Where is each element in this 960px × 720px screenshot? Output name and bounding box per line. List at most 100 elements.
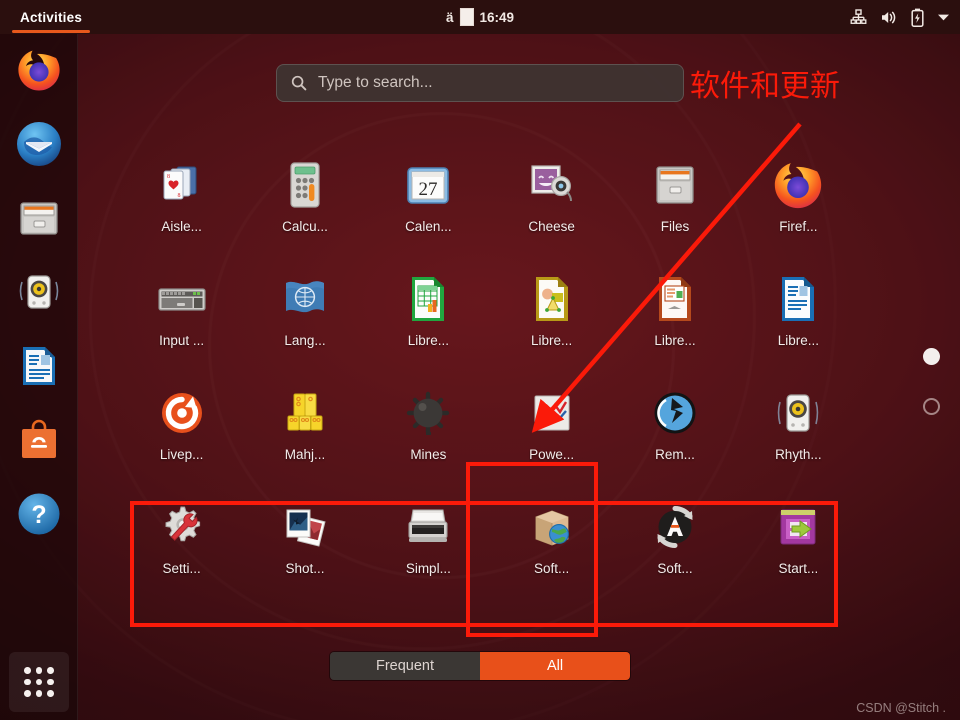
libreoffice-calc-icon xyxy=(401,272,455,326)
app-label: Rem... xyxy=(655,447,695,462)
app-label: Powe... xyxy=(529,447,575,462)
app-label: Lang... xyxy=(284,333,326,348)
app-calendar[interactable]: 27 Calen... xyxy=(367,158,490,234)
search-input[interactable]: Type to search... xyxy=(276,64,684,102)
app-label: Aisle... xyxy=(161,219,202,234)
files-cabinet-icon xyxy=(648,158,702,212)
dock-item-ubuntu-software[interactable] xyxy=(9,410,69,470)
app-software-updater[interactable]: Soft... xyxy=(613,500,736,576)
search-icon xyxy=(291,75,307,91)
app-label: Calcu... xyxy=(282,219,328,234)
app-firefox[interactable]: Firef... xyxy=(737,158,860,234)
network-wired-icon xyxy=(850,8,867,24)
mahjongg-tiles-icon xyxy=(278,386,332,440)
app-language-support[interactable]: Lang... xyxy=(243,272,366,348)
dock-item-files[interactable] xyxy=(9,188,69,248)
remmina-icon xyxy=(648,386,702,440)
app-cheese[interactable]: Cheese xyxy=(490,158,613,234)
speaker-icon xyxy=(15,268,63,316)
app-input-method[interactable]: Input ... xyxy=(120,272,243,348)
files-cabinet-icon xyxy=(15,194,63,242)
speaker-icon xyxy=(771,386,825,440)
app-power-statistics[interactable]: Powe... xyxy=(490,386,613,462)
app-simple-scan[interactable]: Simpl... xyxy=(367,500,490,576)
power-statistics-icon xyxy=(525,386,579,440)
dock-item-rhythmbox[interactable] xyxy=(9,262,69,322)
app-mines[interactable]: Mines xyxy=(367,386,490,462)
software-updater-icon xyxy=(648,500,702,554)
search-placeholder-text: Type to search... xyxy=(318,74,433,91)
app-mahjongg[interactable]: Mahj... xyxy=(243,386,366,462)
libreoffice-writer-icon xyxy=(771,272,825,326)
libreoffice-draw-icon xyxy=(525,272,579,326)
clock-garbled-prefix: ä xyxy=(445,9,454,25)
show-applications-button[interactable] xyxy=(9,652,69,712)
tab-all[interactable]: All xyxy=(480,652,630,680)
app-shotwell[interactable]: Shot... xyxy=(243,500,366,576)
libreoffice-impress-icon xyxy=(648,272,702,326)
page-dot-2[interactable] xyxy=(923,398,940,415)
app-grid-icon xyxy=(24,667,54,697)
mine-icon xyxy=(401,386,455,440)
thunderbird-icon xyxy=(15,120,63,168)
svg-text:8: 8 xyxy=(167,174,170,180)
app-aisleriot[interactable]: 8 8 Aisle... xyxy=(120,158,243,234)
app-livepatch[interactable]: Livep... xyxy=(120,386,243,462)
app-libreoffice-draw[interactable]: Libre... xyxy=(490,272,613,348)
photos-icon xyxy=(278,500,332,554)
app-label: Mines xyxy=(410,447,447,462)
dock-item-firefox[interactable] xyxy=(9,40,69,100)
app-remmina[interactable]: Rem... xyxy=(613,386,736,462)
app-label: Cheese xyxy=(528,219,575,234)
app-libreoffice-writer[interactable]: Libre... xyxy=(737,272,860,348)
top-bar: Activities ä 16:49 xyxy=(0,0,960,34)
app-label: Libre... xyxy=(531,333,573,348)
app-rhythmbox[interactable]: Rhyth... xyxy=(737,386,860,462)
firefox-icon xyxy=(771,158,825,212)
volume-icon xyxy=(882,11,896,23)
missing-glyph-icon xyxy=(459,8,474,26)
playing-cards-icon: 8 8 xyxy=(155,158,209,212)
application-grid: 8 8 Aisle... Calcu... 27 Calen... Cheese… xyxy=(120,158,860,576)
dock-item-thunderbird[interactable] xyxy=(9,114,69,174)
app-files[interactable]: Files xyxy=(613,158,736,234)
flag-globe-icon xyxy=(278,272,332,326)
app-libreoffice-impress[interactable]: Libre... xyxy=(613,272,736,348)
startup-apps-icon xyxy=(771,500,825,554)
dock-item-libreoffice-writer[interactable] xyxy=(9,336,69,396)
app-label: Soft... xyxy=(657,561,693,576)
app-software-and-updates[interactable]: Soft... xyxy=(490,500,613,576)
shopping-bag-icon xyxy=(15,416,63,464)
firefox-icon xyxy=(15,46,63,94)
app-libreoffice-calc[interactable]: Libre... xyxy=(367,272,490,348)
app-startup-applications[interactable]: Start... xyxy=(737,500,860,576)
app-label: Files xyxy=(660,219,690,234)
app-calculator[interactable]: Calcu... xyxy=(243,158,366,234)
app-label: Setti... xyxy=(162,561,201,576)
question-mark-icon: ? xyxy=(15,490,63,538)
scanner-icon xyxy=(401,500,455,554)
search-entry-container: Type to search... xyxy=(276,64,684,102)
watermark: CSDN @Stitch . xyxy=(856,701,946,715)
clock-menu-button[interactable]: ä 16:49 xyxy=(446,8,514,26)
app-label: Firef... xyxy=(779,219,818,234)
calendar-icon: 27 xyxy=(401,158,455,212)
gear-wrench-icon xyxy=(155,500,209,554)
webcam-icon xyxy=(525,158,579,212)
document-icon xyxy=(15,342,63,390)
app-label: Libre... xyxy=(407,333,449,348)
activities-label: Activities xyxy=(20,9,83,25)
tab-frequent[interactable]: Frequent xyxy=(330,652,480,680)
app-settings[interactable]: Setti... xyxy=(120,500,243,576)
tab-label: All xyxy=(546,658,564,674)
calculator-icon xyxy=(278,158,332,212)
app-label: Input ... xyxy=(159,333,205,348)
app-label: Libre... xyxy=(654,333,696,348)
activities-button[interactable]: Activities xyxy=(12,0,91,34)
app-label: Shot... xyxy=(285,561,325,576)
status-menu-button[interactable] xyxy=(850,8,950,27)
page-dot-1[interactable] xyxy=(923,348,940,365)
livepatch-icon xyxy=(155,386,209,440)
view-selector-tabs: Frequent All xyxy=(329,651,631,681)
dock-item-help[interactable]: ? xyxy=(9,484,69,544)
